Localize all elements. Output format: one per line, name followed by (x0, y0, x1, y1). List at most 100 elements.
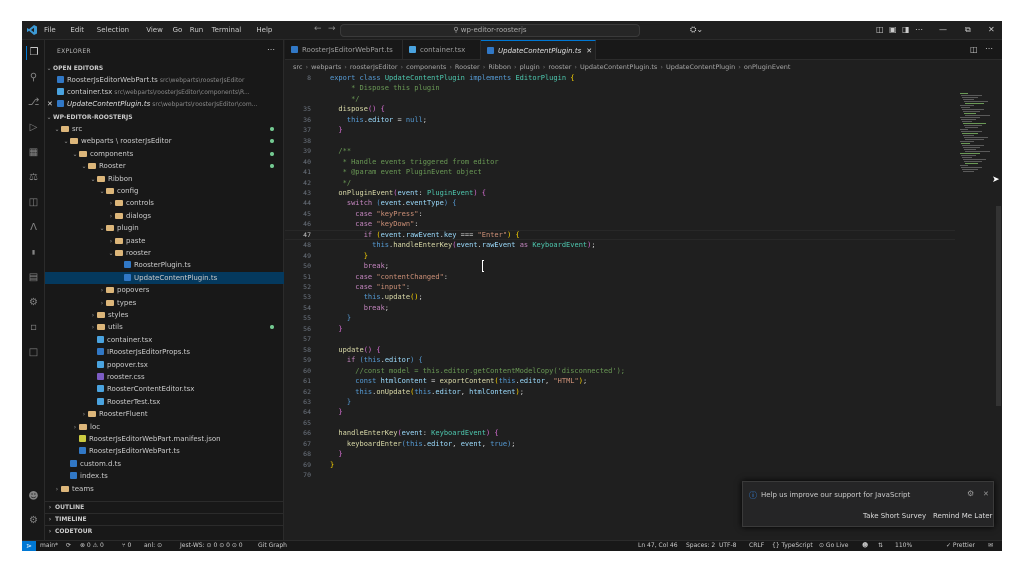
take-survey-button[interactable]: Take Short Survey (863, 512, 926, 520)
status-golive[interactable]: ⊙ Go Live (819, 541, 848, 551)
azure-icon[interactable]: Λ (26, 221, 41, 235)
tree-item[interactable]: IRoosterJsEditorProps.ts (45, 346, 284, 358)
php-icon[interactable]: ▮ (26, 246, 41, 260)
status-spaces[interactable]: Spaces: 2 (686, 541, 715, 551)
copilot-icon[interactable]: ⛭⌄ (690, 25, 703, 35)
editor-more-icon[interactable]: ⋯ (985, 44, 993, 53)
status-eol[interactable]: CRLF (749, 541, 764, 551)
tab-roosterjseditorwebpart-ts[interactable]: RoosterJsEditorWebPart.ts (285, 40, 403, 60)
tree-item[interactable]: RoosterContentEditor.tsx (45, 383, 284, 395)
tree-item[interactable]: ⌄ webparts \ roosterJsEditor (45, 135, 284, 147)
tree-item[interactable]: › types (45, 297, 284, 309)
command-center-search[interactable]: ⚲ wp-editor-roosterjs (340, 24, 640, 37)
settings-gear-icon[interactable]: ⚙ (26, 514, 41, 528)
status-anl[interactable]: anl: ⊙ (144, 541, 162, 551)
database-icon[interactable]: ▫ (26, 321, 41, 335)
tree-item[interactable]: RoosterJsEditorWebPart.manifest.json (45, 433, 284, 445)
breadcrumb-item[interactable]: rooster (548, 63, 571, 71)
breadcrumb-item[interactable]: Ribbon (488, 63, 511, 71)
project-header[interactable]: ⌄WP-EDITOR-ROOSTERJS (45, 111, 284, 123)
chat-icon[interactable]: □ (26, 346, 41, 360)
status-prettier[interactable]: ✓ Prettier (946, 541, 975, 551)
tree-item[interactable]: ⌄ Ribbon (45, 173, 284, 185)
section-codetour[interactable]: › CODETOUR (45, 525, 284, 537)
status-sync-icon[interactable]: ⟳ (66, 541, 71, 551)
explorer-icon[interactable]: ❐ (26, 46, 41, 60)
menu-run[interactable]: Run (190, 26, 203, 34)
back-arrow-icon[interactable]: ← (314, 24, 322, 34)
tree-item[interactable]: ⌄ rooster (45, 247, 284, 259)
menu-edit[interactable]: Edit (70, 26, 84, 34)
maximize-icon[interactable]: ⧉ (965, 25, 971, 35)
status-branch[interactable]: main* (40, 541, 58, 551)
tree-item[interactable]: › paste (45, 235, 284, 247)
codetour-icon[interactable]: ⚙ (26, 296, 41, 310)
close-editor-icon[interactable]: ✕ (47, 98, 53, 110)
breadcrumb-item[interactable]: plugin (520, 63, 540, 71)
section-outline[interactable]: › OUTLINE (45, 501, 284, 513)
remind-later-button[interactable]: Remind Me Later (933, 512, 992, 520)
search-icon[interactable]: ⚲ (26, 71, 41, 85)
forward-arrow-icon[interactable]: → (328, 24, 336, 34)
breadcrumb-item[interactable]: UpdateContentPlugin.ts (580, 63, 657, 71)
tree-item[interactable]: › utils (45, 321, 284, 333)
status-language[interactable]: {} TypeScript (772, 541, 813, 551)
tree-item[interactable]: ⌄ plugin (45, 222, 284, 234)
tree-item[interactable]: index.ts (45, 470, 284, 482)
status-ports[interactable]: ⑂ 0 (122, 541, 131, 551)
breadcrumb-item[interactable]: onPluginEvent (744, 63, 791, 71)
tree-item[interactable]: UpdateContentPlugin.ts (45, 271, 284, 284)
breadcrumb-item[interactable]: UpdateContentPlugin (666, 63, 735, 71)
tree-item[interactable]: rooster.css (45, 371, 284, 383)
tree-item[interactable]: custom.d.ts (45, 458, 284, 470)
menu-terminal[interactable]: Terminal (212, 26, 242, 34)
code-editor[interactable]: 8 export class UpdateContentPlugin implem… (285, 73, 1002, 540)
tree-item[interactable]: RoosterJsEditorWebPart.ts (45, 445, 284, 457)
toast-close-icon[interactable]: ✕ (983, 490, 989, 498)
breadcrumb-item[interactable]: components (406, 63, 446, 71)
notifications-bell-icon[interactable]: ✉ (988, 541, 993, 551)
account-icon[interactable]: ☻ (26, 490, 41, 504)
remote-explorer-icon[interactable]: ◫ (26, 196, 41, 210)
tree-item[interactable]: RoosterPlugin.ts (45, 259, 284, 271)
close-window-icon[interactable]: ✕ (988, 25, 995, 34)
tree-item[interactable]: ⌄ components (45, 148, 284, 160)
menu-view[interactable]: View (146, 26, 163, 34)
close-tab-icon[interactable]: ✕ (586, 47, 592, 55)
tree-item[interactable]: RoosterTest.tsx (45, 396, 284, 408)
tab-updatecontentplugin-ts[interactable]: UpdateContentPlugin.ts ✕ (481, 40, 596, 60)
breadcrumb-item[interactable]: src (293, 63, 303, 71)
status-zoom[interactable]: 110% (895, 541, 912, 551)
section-timeline[interactable]: › TIMELINE (45, 513, 284, 525)
tree-item[interactable]: container.tsx (45, 334, 284, 346)
tree-item[interactable]: › teams (45, 483, 284, 495)
tree-item[interactable]: › popovers (45, 284, 284, 296)
tree-item[interactable]: ⌄ src (45, 123, 284, 135)
tree-item[interactable]: › styles (45, 309, 284, 321)
toggle-panel-icon[interactable]: ▣ (889, 25, 897, 34)
status-git-graph[interactable]: Git Graph (258, 541, 287, 551)
menu-selection[interactable]: Selection (97, 26, 129, 34)
remote-indicator-icon[interactable]: ⋗ (22, 541, 36, 551)
status-cursor[interactable]: Ln 47, Col 46 (638, 541, 678, 551)
open-editor-item[interactable]: ✕ UpdateContentPlugin.ts src\webparts\roos… (45, 98, 284, 110)
editor-scrollbar[interactable] (996, 206, 1001, 406)
breadcrumb-item[interactable]: webparts (311, 63, 341, 71)
tree-item[interactable]: ⌄ Rooster (45, 160, 284, 172)
customize-layout-icon[interactable]: ⋯ (915, 25, 923, 34)
status-jest[interactable]: Jest-WS: ⊙ 0 ⊙ 0 ⊙ 0 (180, 541, 243, 551)
breadcrumb-item[interactable]: Rooster (455, 63, 480, 71)
toggle-sidebar-icon[interactable]: ◫ (876, 25, 884, 34)
extensions-icon[interactable]: ▦ (26, 146, 41, 160)
tree-item[interactable]: ⌄ config (45, 185, 284, 197)
run-debug-icon[interactable]: ▷ (26, 121, 41, 135)
tab-container-tsx[interactable]: container.tsx (403, 40, 481, 60)
toast-settings-icon[interactable]: ⚙ (967, 489, 974, 498)
tree-item[interactable]: › RoosterFluent (45, 408, 284, 420)
open-editor-item[interactable]: RoosterJsEditorWebPart.ts src\webparts\ro… (45, 74, 284, 86)
menu-file[interactable]: File (44, 26, 56, 34)
docker-icon[interactable]: ▤ (26, 271, 41, 285)
tree-item[interactable]: popover.tsx (45, 359, 284, 371)
minimize-icon[interactable]: — (939, 25, 947, 34)
source-control-icon[interactable]: ⎇ (26, 96, 41, 110)
